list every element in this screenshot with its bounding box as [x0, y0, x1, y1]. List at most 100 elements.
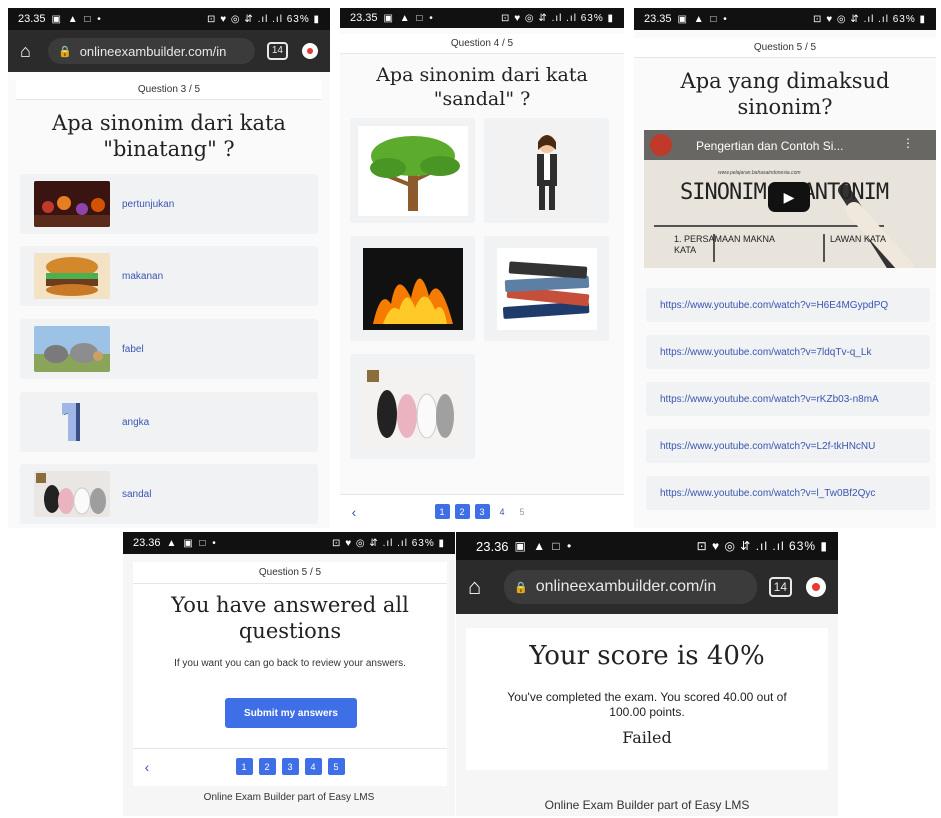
answer-tile-tree[interactable] [350, 118, 475, 223]
browser-toolbar: ⌂ 🔒 onlineexambuilder.com/in 14 [456, 560, 838, 614]
url-text: onlineexambuilder.com/in [535, 578, 717, 595]
answer-tile-books[interactable] [484, 236, 609, 341]
screenshot-answered-all: 23.36 ▲ ▣ □ • ⊡ ♥ ◎ ⇵ .ıl .ıl 63% ▮ Ques… [123, 532, 455, 816]
score-card: Your score is 40% You've completed the e… [466, 628, 828, 770]
video-link[interactable]: https://www.youtube.com/watch?v=H6E4MGyp… [646, 288, 930, 322]
screenshot-question-4: 23.35 ▣ ▲ □ • ⊡ ♥ ◎ ⇵ .ıl .ıl 63% ▮ Ques… [340, 8, 624, 528]
channel-avatar[interactable] [650, 134, 672, 156]
status-right: ⊡ ♥ ◎ ⇵ .ıl .ıl 63% ▮ [696, 539, 828, 553]
status-time: 23.36 [476, 538, 509, 554]
question-counter: Question 4 / 5 [340, 34, 624, 54]
tab-count-button[interactable]: 14 [768, 577, 792, 597]
books-image [496, 247, 597, 330]
answer-tile-fire[interactable] [350, 236, 475, 341]
status-right: ⊡ ♥ ◎ ⇵ .ıl .ıl 63% ▮ [813, 13, 926, 25]
tree-image [357, 125, 468, 216]
option-label: fabel [122, 343, 144, 355]
play-button-icon[interactable]: ▶ [768, 182, 810, 212]
completion-title: You have answered all questions [171, 593, 409, 644]
status-icons: ▣ ▲ □ • [51, 13, 103, 25]
sandals-image [362, 365, 463, 448]
status-time: 23.36 [133, 537, 161, 549]
video-link[interactable]: https://www.youtube.com/watch?v=l_Tw0Bf2… [646, 476, 930, 510]
lock-icon: 🔒 [514, 581, 528, 594]
status-time: 23.35 [18, 13, 46, 25]
page-button-4[interactable]: 4 [495, 504, 510, 519]
board-line-2: LAWAN KATA [830, 234, 887, 244]
question-counter: Question 3 / 5 [16, 80, 322, 100]
lock-icon: 🔒 [58, 45, 72, 58]
option-label: angka [122, 416, 150, 428]
score-title: Your score is 40% [529, 641, 765, 671]
video-menu-icon[interactable]: ⋮ [902, 136, 914, 150]
browser-menu-icon[interactable] [806, 577, 826, 597]
url-text: onlineexambuilder.com/in [79, 43, 227, 59]
result-status: Failed [622, 728, 672, 747]
option-fabel[interactable]: fabel [20, 319, 318, 379]
option-label: sandal [122, 488, 152, 500]
back-arrow-icon[interactable]: ‹ [133, 759, 161, 775]
page-button-5[interactable]: 5 [515, 504, 530, 519]
video-link[interactable]: https://www.youtube.com/watch?v=L2f-tkHN… [646, 429, 930, 463]
status-bar: 23.35 ▣ ▲ □ • ⊡ ♥ ◎ ⇵ .ıl .ıl 63% ▮ [8, 8, 330, 30]
option-makanan[interactable]: makanan [20, 246, 318, 306]
content-card: Question 5 / 5 You have answered all que… [133, 562, 447, 786]
question-title: Apa sinonim dari kata "sandal" ? [376, 64, 588, 110]
number-one-image [34, 399, 110, 445]
page-button-1[interactable]: 1 [434, 504, 450, 519]
status-bar: 23.36 ▲ ▣ □ • ⊡ ♥ ◎ ⇵ .ıl .ıl 63% ▮ [123, 532, 455, 554]
completion-subtitle: If you want you can go back to review yo… [174, 658, 406, 669]
sandals-image [34, 471, 110, 517]
url-field[interactable]: 🔒 onlineexambuilder.com/in [504, 570, 757, 604]
page-button-1[interactable]: 1 [235, 758, 253, 775]
page-button-2[interactable]: 2 [454, 504, 470, 519]
status-icons: ▣ ▲ □ • [383, 12, 435, 24]
status-bar: 23.35 ▣ ▲ □ • ⊡ ♥ ◎ ⇵ .ıl .ıl 63% ▮ [340, 8, 624, 28]
question-counter: Question 5 / 5 [133, 562, 447, 584]
option-sandal[interactable]: sandal [20, 464, 318, 524]
footer-text: Online Exam Builder part of Easy LMS [544, 798, 750, 812]
footer-text: Online Exam Builder part of Easy LMS [203, 792, 375, 803]
status-right: ⊡ ♥ ◎ ⇵ .ıl .ıl 63% ▮ [332, 537, 445, 549]
screenshot-question-5-video: 23.35 ▣ ▲ □ • ⊡ ♥ ◎ ⇵ .ıl .ıl 63% ▮ Ques… [634, 8, 936, 528]
teacher-image [496, 125, 597, 216]
video-link[interactable]: https://www.youtube.com/watch?v=7ldqTv-q… [646, 335, 930, 369]
url-field[interactable]: 🔒 onlineexambuilder.com/in [48, 38, 255, 64]
video-link[interactable]: https://www.youtube.com/watch?v=rKZb03-n… [646, 382, 930, 416]
pagination: ‹ 1 2 3 4 5 [133, 748, 447, 784]
tab-count-button[interactable]: 14 [266, 42, 288, 60]
video-title: Pengertian dan Contoh Si... [696, 139, 844, 153]
video-player[interactable]: Pengertian dan Contoh Si... ⋮ www.pelaja… [644, 130, 936, 268]
status-bar: 23.35 ▣ ▲ □ • ⊡ ♥ ◎ ⇵ .ıl .ıl 63% ▮ [634, 8, 936, 30]
question-title: Apa sinonim dari kata "binatang" ? [52, 111, 286, 162]
answer-tile-sandals[interactable] [350, 354, 475, 459]
home-icon[interactable]: ⌂ [468, 574, 504, 600]
home-icon[interactable]: ⌂ [20, 41, 48, 62]
option-label: pertunjukan [122, 198, 175, 210]
page-button-2[interactable]: 2 [258, 758, 276, 775]
pagination: ‹ 1 2 3 4 5 [340, 494, 624, 528]
option-pertunjukan[interactable]: pertunjukan [20, 174, 318, 234]
submit-answers-button[interactable]: Submit my answers [225, 698, 357, 728]
status-right: ⊡ ♥ ◎ ⇵ .ıl .ıl 63% ▮ [207, 13, 320, 25]
question-title: Apa yang dimaksud sinonim? [680, 69, 890, 120]
fire-image [362, 247, 463, 330]
board-url-text: www.pelajaran.bahasaindonesia.com [718, 170, 801, 176]
browser-menu-icon[interactable] [302, 43, 318, 59]
page-button-4[interactable]: 4 [304, 758, 322, 775]
status-bar: 23.36 ▣ ▲ □ • ⊡ ♥ ◎ ⇵ .ıl .ıl 63% ▮ [456, 532, 838, 560]
page-button-3[interactable]: 3 [281, 758, 299, 775]
status-time: 23.35 [644, 13, 672, 25]
answer-tile-teacher[interactable] [484, 118, 609, 223]
status-icons: ▣ ▲ □ • [677, 13, 729, 25]
status-right: ⊡ ♥ ◎ ⇵ .ıl .ıl 63% ▮ [501, 12, 614, 24]
screenshot-question-3: 23.35 ▣ ▲ □ • ⊡ ♥ ◎ ⇵ .ıl .ıl 63% ▮ ⌂ 🔒 … [8, 8, 330, 528]
back-arrow-icon[interactable]: ‹ [340, 504, 368, 520]
screenshot-score: 23.36 ▣ ▲ □ • ⊡ ♥ ◎ ⇵ .ıl .ıl 63% ▮ ⌂ 🔒 … [456, 532, 838, 816]
performance-image [34, 181, 110, 227]
page-button-3[interactable]: 3 [474, 504, 490, 519]
status-time: 23.35 [350, 12, 378, 24]
page-button-5[interactable]: 5 [327, 758, 345, 775]
status-icons: ▲ ▣ □ • [166, 537, 218, 549]
option-angka[interactable]: angka [20, 392, 318, 452]
